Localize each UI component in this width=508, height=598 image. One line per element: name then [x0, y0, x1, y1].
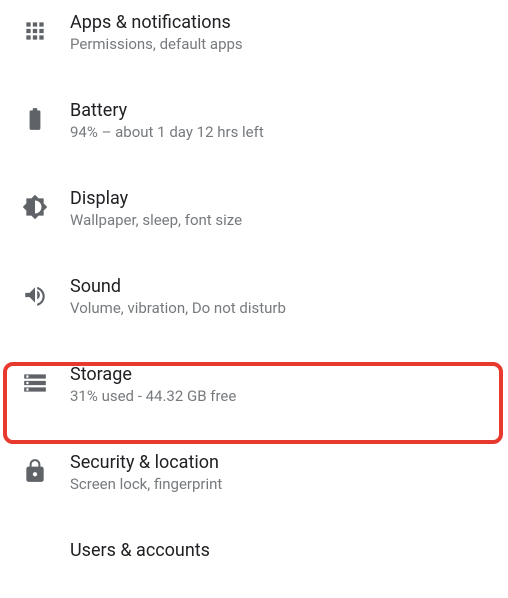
settings-item-subtitle: Permissions, default apps: [70, 35, 498, 53]
settings-item-text: Apps & notifications Permissions, defaul…: [70, 12, 498, 53]
settings-item-subtitle: 94% – about 1 day 12 hrs left: [70, 123, 498, 141]
settings-item-text: Battery 94% – about 1 day 12 hrs left: [70, 100, 498, 141]
settings-item-title: Security & location: [70, 452, 498, 473]
settings-item-battery[interactable]: Battery 94% – about 1 day 12 hrs left: [0, 88, 508, 158]
settings-list: Apps & notifications Permissions, defaul…: [0, 0, 508, 598]
settings-item-text: Sound Volume, vibration, Do not disturb: [70, 276, 498, 317]
lock-icon: [10, 452, 70, 484]
settings-item-users[interactable]: Users & accounts: [0, 528, 508, 598]
settings-item-apps[interactable]: Apps & notifications Permissions, defaul…: [0, 0, 508, 70]
storage-icon: [10, 364, 70, 396]
users-icon: [10, 540, 70, 546]
sound-icon: [10, 276, 70, 308]
settings-item-subtitle: 31% used - 44.32 GB free: [70, 387, 498, 405]
settings-item-sound[interactable]: Sound Volume, vibration, Do not disturb: [0, 264, 508, 334]
settings-item-title: Sound: [70, 276, 498, 297]
battery-icon: [10, 100, 70, 132]
settings-item-text: Users & accounts: [70, 540, 498, 563]
settings-item-subtitle: Wallpaper, sleep, font size: [70, 211, 498, 229]
settings-item-title: Users & accounts: [70, 540, 498, 561]
settings-item-subtitle: Screen lock, fingerprint: [70, 475, 498, 493]
settings-item-storage[interactable]: Storage 31% used - 44.32 GB free: [0, 352, 508, 422]
settings-item-text: Storage 31% used - 44.32 GB free: [70, 364, 498, 405]
settings-item-text: Security & location Screen lock, fingerp…: [70, 452, 498, 493]
settings-item-subtitle: Volume, vibration, Do not disturb: [70, 299, 498, 317]
settings-item-title: Battery: [70, 100, 498, 121]
apps-icon: [10, 12, 70, 44]
settings-item-title: Display: [70, 188, 498, 209]
display-icon: [10, 188, 70, 220]
settings-item-text: Display Wallpaper, sleep, font size: [70, 188, 498, 229]
settings-item-title: Storage: [70, 364, 498, 385]
settings-item-display[interactable]: Display Wallpaper, sleep, font size: [0, 176, 508, 246]
settings-item-security[interactable]: Security & location Screen lock, fingerp…: [0, 440, 508, 510]
settings-item-title: Apps & notifications: [70, 12, 498, 33]
